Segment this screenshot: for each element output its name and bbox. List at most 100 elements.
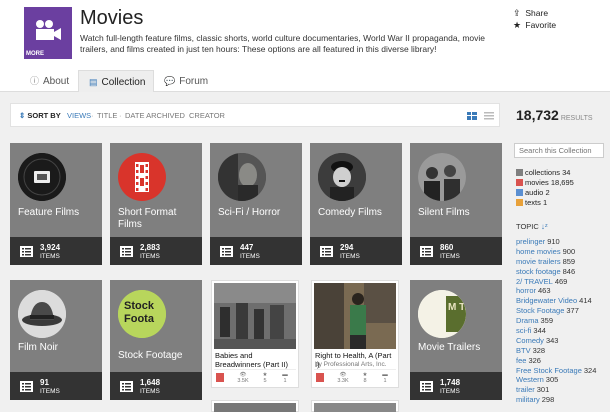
- item-card-babies-and-breadwinners[interactable]: Babies and Breadwinners (Part II) 👁 3.5K …: [211, 280, 299, 388]
- topic-facet-item[interactable]: Western 305: [516, 375, 610, 385]
- tab-about[interactable]: ⓘ About: [30, 70, 69, 92]
- topic-facet-item[interactable]: BTV 328: [516, 346, 610, 356]
- feature-films-thumbnail: [18, 153, 66, 201]
- sci-fi-horror-thumbnail: [218, 153, 266, 201]
- topic-count: 469: [554, 276, 568, 286]
- topic-name[interactable]: movie trailers: [516, 257, 561, 266]
- topic-facet-item[interactable]: Bridgewater Video 414: [516, 296, 610, 306]
- tab-about-label: About: [43, 76, 70, 87]
- item-thumbnail: [314, 403, 396, 412]
- topic-facet-item[interactable]: trailer 301: [516, 385, 610, 395]
- item-creator: by Professional Arts, Inc.: [315, 361, 387, 368]
- topic-facet-item[interactable]: Stock Footage 377: [516, 306, 610, 316]
- horror-still-image: [218, 153, 266, 201]
- collection-tile-silent-films[interactable]: Silent Films 860 ITEMS: [410, 143, 502, 265]
- item-stats: 👁 3.3K ★ 8 ▬ 1: [314, 369, 396, 385]
- topic-count: 900: [562, 246, 576, 256]
- sort-arrows-icon: ⇕: [19, 111, 26, 120]
- topic-name[interactable]: prelinger: [516, 237, 545, 246]
- facet-audio[interactable]: audio 2: [516, 188, 610, 198]
- tile-footer: 860 ITEMS: [410, 237, 502, 265]
- sort-creator[interactable]: CREATOR: [189, 111, 225, 120]
- topic-name[interactable]: Western: [516, 375, 544, 384]
- list-icon: [320, 246, 333, 257]
- topic-name[interactable]: 2/ TRAVEL: [516, 277, 553, 286]
- tile-footer: 294 ITEMS: [310, 237, 402, 265]
- collection-tile-short-format-films[interactable]: Short Format Films 2,883 ITEMS: [110, 143, 202, 265]
- topic-name[interactable]: BTV: [516, 346, 531, 355]
- item-card-partial[interactable]: [211, 400, 299, 412]
- topic-facet-item[interactable]: 2/ TRAVEL 469: [516, 277, 610, 287]
- topic-name[interactable]: horror: [516, 286, 536, 295]
- share-button[interactable]: ⇪ Share: [513, 8, 548, 19]
- collection-tile-stock-footage[interactable]: Stock Foota Stock Footage 1,648 ITEMS: [110, 280, 202, 400]
- topic-facet-item[interactable]: Drama 359: [516, 316, 610, 326]
- collection-tile-film-noir[interactable]: Film Noir 91 ITEMS: [10, 280, 102, 400]
- topic-facet-item[interactable]: home movies 900: [516, 247, 610, 257]
- collection-tile-movie-trailers[interactable]: M Tra Movie Trailers 1,748 ITEMS: [410, 280, 502, 400]
- topic-name[interactable]: Drama: [516, 316, 539, 325]
- topic-facet-item[interactable]: Free Stock Footage 324: [516, 366, 610, 376]
- topic-count: 343: [545, 335, 559, 345]
- facet-label: texts: [525, 198, 541, 207]
- topic-facet-item[interactable]: fee 326: [516, 356, 610, 366]
- tab-forum[interactable]: 💬 Forum: [164, 70, 208, 92]
- topic-name[interactable]: Stock Footage: [516, 306, 564, 315]
- sort-title[interactable]: TITLE: [97, 111, 117, 120]
- facet-count: 34: [562, 168, 571, 177]
- topic-name[interactable]: sci-fi: [516, 326, 531, 335]
- tab-collection[interactable]: ▤ Collection: [78, 70, 154, 92]
- favorites-count: 5: [263, 378, 267, 384]
- sort-alpha-icon[interactable]: ↓ᶻ: [541, 222, 548, 231]
- facet-label: collections: [525, 168, 561, 177]
- topic-name[interactable]: Free Stock Footage: [516, 366, 582, 375]
- tile-view-icon[interactable]: [467, 112, 477, 120]
- stock-footage-thumbnail: Stock Foota: [118, 290, 166, 338]
- views-count: 3.3K: [337, 378, 349, 384]
- topic-facet-item[interactable]: movie trailers 859: [516, 257, 610, 267]
- topic-facet-item[interactable]: stock footage 846: [516, 267, 610, 277]
- facet-texts[interactable]: texts 1: [516, 198, 610, 208]
- favorite-button[interactable]: ★ Favorite: [513, 20, 556, 31]
- collection-search-input[interactable]: [514, 143, 604, 158]
- tile-count: 2,883: [140, 243, 161, 252]
- sort-by-text: SORT BY: [27, 111, 61, 120]
- topic-name[interactable]: military: [516, 395, 540, 404]
- topic-name[interactable]: fee: [516, 356, 526, 365]
- silent-film-still-image: [418, 153, 466, 201]
- collection-tile-sci-fi-horror[interactable]: Sci-Fi / Horror 447 ITEMS: [210, 143, 302, 265]
- sort-by-label: ⇕ SORT BY: [19, 111, 61, 120]
- tile-name: Movie Trailers: [418, 342, 481, 353]
- sort-date-archived[interactable]: DATE ARCHIVED: [125, 111, 185, 120]
- sort-separator: ·: [91, 111, 94, 120]
- item-card-right-to-health[interactable]: Right to Health, A (Part I) by Professio…: [311, 280, 399, 388]
- topic-name[interactable]: Comedy: [516, 336, 544, 345]
- sort-separator: ·: [119, 111, 122, 120]
- collection-tile-feature-films[interactable]: Feature Films 3,924 ITEMS: [10, 143, 102, 265]
- topic-name[interactable]: home movies: [516, 247, 561, 256]
- topic-count: 463: [538, 286, 551, 296]
- facet-count: 1: [542, 198, 548, 207]
- tile-name: Comedy Films: [318, 207, 382, 218]
- tile-count: 447: [240, 243, 254, 252]
- topic-facet-item[interactable]: Comedy 343: [516, 336, 610, 346]
- topic-facet-item[interactable]: horror 463: [516, 286, 610, 296]
- collection-logo[interactable]: MORE: [24, 7, 72, 59]
- list-view-icon[interactable]: [484, 112, 494, 120]
- movie-trailers-logo: [418, 290, 466, 338]
- tile-name: Stock Footage: [118, 350, 183, 361]
- item-card-partial[interactable]: [311, 400, 399, 412]
- results-label: RESULTS: [560, 115, 593, 122]
- facet-label: movies: [525, 178, 549, 187]
- item-thumbnail: [214, 403, 296, 412]
- topic-facet-item[interactable]: military 298: [516, 395, 610, 405]
- topic-facet-item[interactable]: sci-fi 344: [516, 326, 610, 336]
- topic-name[interactable]: trailer: [516, 385, 535, 394]
- facet-collections[interactable]: collections 34: [516, 168, 610, 178]
- topic-name[interactable]: Bridgewater Video: [516, 296, 577, 305]
- sort-views[interactable]: VIEWS: [67, 111, 91, 120]
- topic-facet-item[interactable]: prelinger 910: [516, 237, 610, 247]
- collection-tile-comedy-films[interactable]: Comedy Films 294 ITEMS: [310, 143, 402, 265]
- topic-name[interactable]: stock footage: [516, 267, 561, 276]
- facet-movies[interactable]: movies 18,695: [516, 178, 610, 188]
